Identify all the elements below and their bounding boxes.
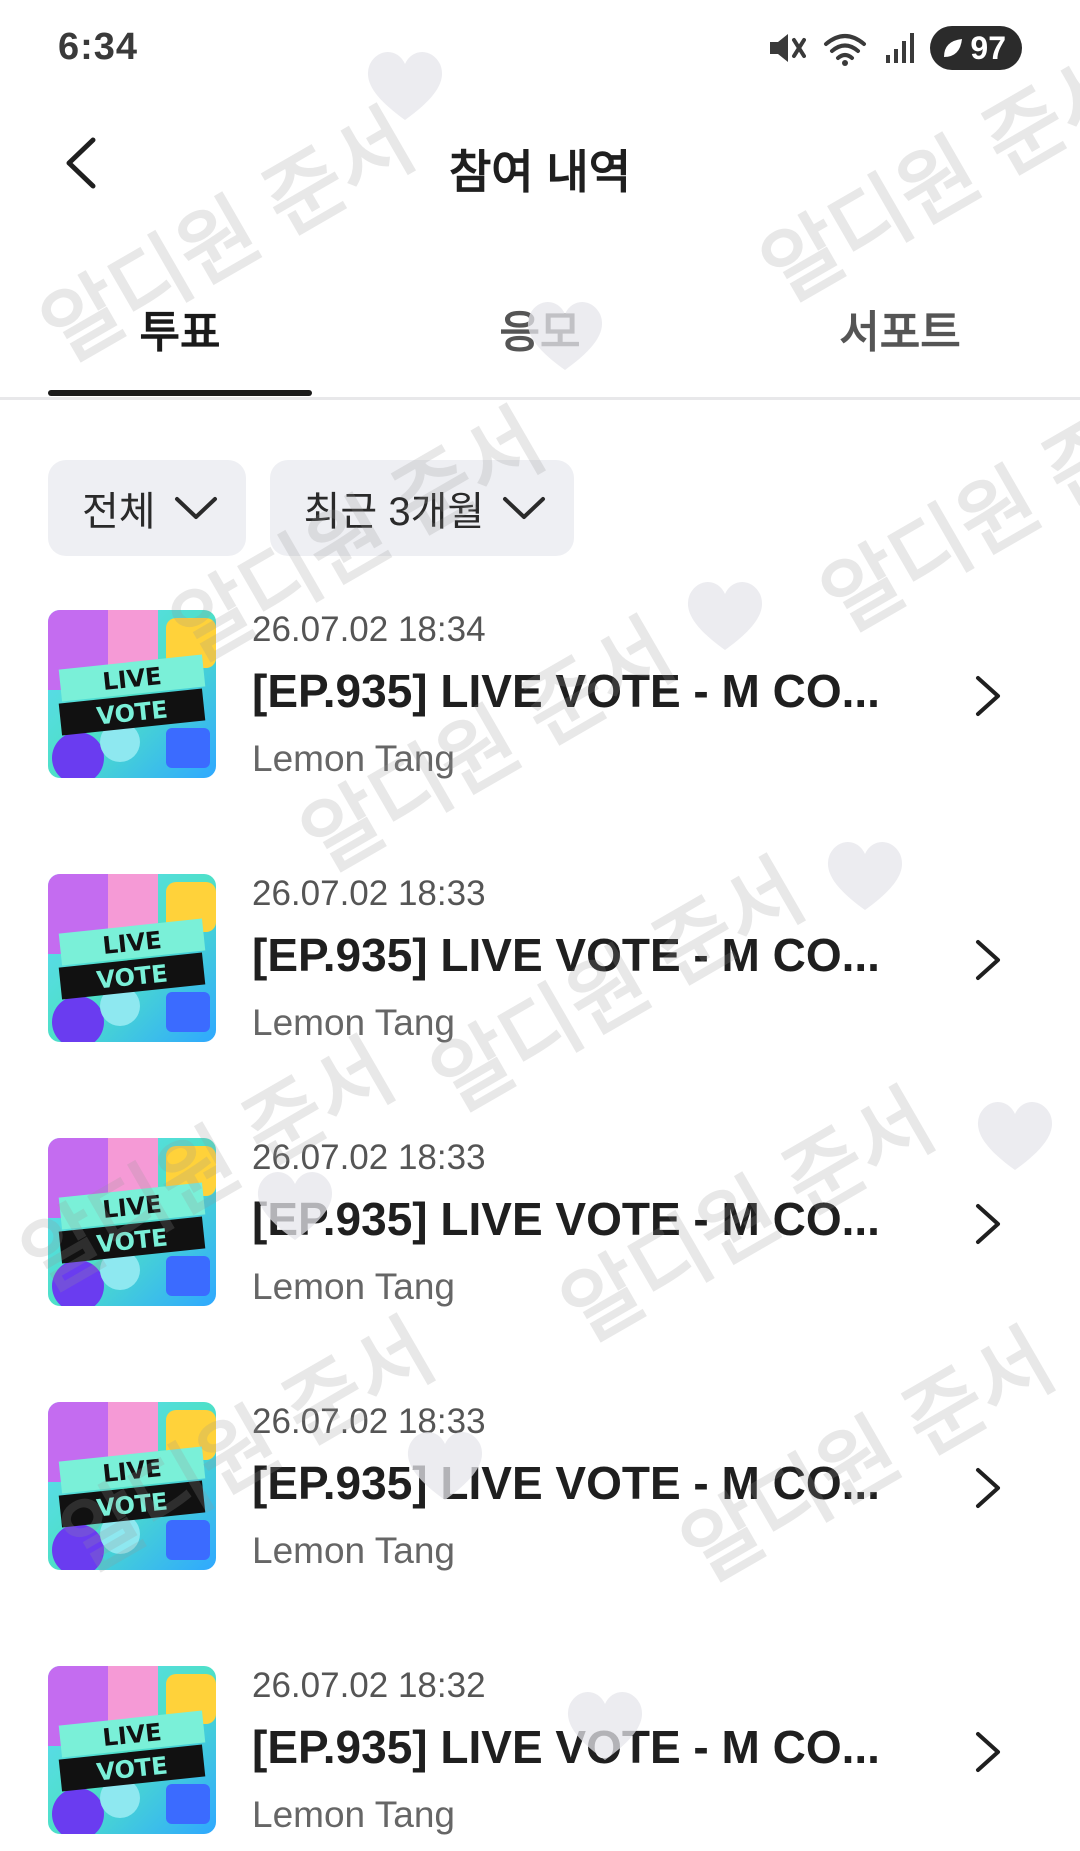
tab-active-indicator — [48, 390, 312, 396]
battery-level: 97 — [970, 29, 1006, 66]
tab-entry[interactable]: 응모 — [410, 296, 670, 360]
list-item[interactable]: LIVE VOTE 26.07.02 18:33 [EP.935] LIVE V… — [0, 1392, 1080, 1656]
chevron-right-icon — [970, 1464, 1006, 1512]
item-title: [EP.935] LIVE VOTE - M CO... — [252, 1193, 880, 1245]
battery-leaf-icon — [942, 37, 964, 59]
category-filter-label: 전체 — [82, 490, 156, 534]
item-title: [EP.935] LIVE VOTE - M CO... — [252, 665, 880, 717]
list-item[interactable]: LIVE VOTE 26.07.02 18:33 [EP.935] LIVE V… — [0, 864, 1080, 1128]
item-organizer: Lemon Tang — [252, 1266, 455, 1307]
tab-support[interactable]: 서포트 — [770, 296, 1030, 360]
period-filter-dropdown[interactable]: 최근 3개월 — [269, 460, 575, 556]
status-bar: 6:34 97 — [0, 0, 1080, 100]
header: 참여 내역 — [0, 100, 1080, 230]
vote-thumbnail: LIVE VOTE — [48, 1666, 216, 1834]
mute-icon — [766, 30, 807, 66]
item-organizer: Lemon Tang — [252, 1794, 455, 1835]
status-time: 6:34 — [58, 26, 139, 68]
list-item[interactable]: LIVE VOTE 26.07.02 18:33 [EP.935] LIVE V… — [0, 1128, 1080, 1392]
status-icons: 97 — [766, 26, 1022, 70]
vote-thumbnail: LIVE VOTE — [48, 874, 216, 1042]
chevron-right-icon — [970, 1200, 1006, 1248]
tab-bar: 투표 응모 서포트 — [0, 270, 1080, 400]
period-filter-label: 최근 3개월 — [303, 490, 485, 534]
item-date: 26.07.02 18:33 — [252, 874, 486, 913]
wifi-icon — [822, 30, 868, 66]
item-title: [EP.935] LIVE VOTE - M CO... — [252, 929, 880, 981]
chevron-down-icon — [502, 486, 546, 531]
category-filter-dropdown[interactable]: 전체 — [48, 460, 246, 556]
vote-thumbnail: LIVE VOTE — [48, 1138, 216, 1306]
signal-icon — [884, 31, 915, 65]
vote-history-list: LIVE VOTE 26.07.02 18:34 [EP.935] LIVE V… — [0, 600, 1080, 1851]
chevron-right-icon — [970, 936, 1006, 984]
chevron-right-icon — [970, 672, 1006, 720]
page-title: 참여 내역 — [448, 146, 632, 198]
item-title: [EP.935] LIVE VOTE - M CO... — [252, 1721, 880, 1773]
item-organizer: Lemon Tang — [252, 1002, 455, 1043]
item-date: 26.07.02 18:32 — [252, 1666, 486, 1705]
chevron-down-icon — [174, 486, 218, 531]
item-date: 26.07.02 18:33 — [252, 1402, 486, 1441]
filter-bar: 전체 최근 3개월 — [48, 460, 575, 556]
list-item[interactable]: LIVE VOTE 26.07.02 18:32 [EP.935] LIVE V… — [0, 1656, 1080, 1851]
item-date: 26.07.02 18:33 — [252, 1138, 486, 1177]
tab-vote[interactable]: 투표 — [50, 296, 310, 360]
chevron-right-icon — [970, 1728, 1006, 1776]
vote-thumbnail: LIVE VOTE — [48, 610, 216, 778]
item-date: 26.07.02 18:34 — [252, 610, 486, 649]
list-item[interactable]: LIVE VOTE 26.07.02 18:34 [EP.935] LIVE V… — [0, 600, 1080, 864]
battery-indicator: 97 — [930, 26, 1022, 70]
participation-history-screen: 6:34 97 참여 내역 투표 응모 서포트 전체 최근 3개월 LIVE V… — [0, 0, 1080, 1851]
item-organizer: Lemon Tang — [252, 738, 455, 779]
vote-thumbnail: LIVE VOTE — [48, 1402, 216, 1570]
item-organizer: Lemon Tang — [252, 1530, 455, 1571]
item-title: [EP.935] LIVE VOTE - M CO... — [252, 1457, 880, 1509]
